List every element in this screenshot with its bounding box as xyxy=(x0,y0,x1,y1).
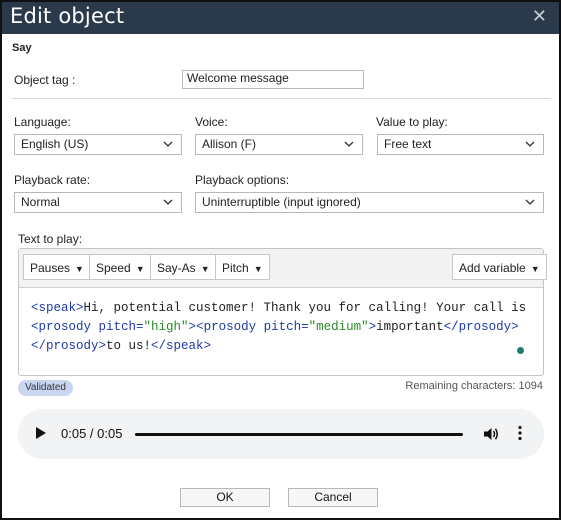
pitch-button[interactable]: Pitch ▼ xyxy=(215,254,270,280)
dialog-title: Edit object xyxy=(10,4,125,28)
say-as-label: Say-As xyxy=(157,261,196,275)
tag-close: > xyxy=(368,320,377,334)
pitch-value: "high" xyxy=(143,320,189,334)
play-icon[interactable] xyxy=(36,427,46,439)
audio-progress-fill xyxy=(135,433,463,436)
playback-rate-label: Playback rate: xyxy=(14,173,91,187)
prosody-close-tag: </prosody> xyxy=(31,339,107,353)
playback-options-select[interactable]: Uninterruptible (input ignored) xyxy=(195,192,544,213)
caret-down-icon: ▼ xyxy=(253,264,263,274)
pitch-attr: pitch= xyxy=(256,320,309,334)
add-variable-label: Add variable xyxy=(459,261,526,275)
playback-options-value: Uninterruptible (input ignored) xyxy=(202,195,361,209)
pauses-button[interactable]: Pauses ▼ xyxy=(23,254,91,280)
speak-close-tag: </speak> xyxy=(151,339,212,353)
voice-value: Allison (F) xyxy=(202,137,257,151)
cancel-button[interactable]: Cancel xyxy=(288,488,378,507)
language-label: Language: xyxy=(14,115,71,129)
playback-rate-select[interactable]: Normal xyxy=(14,192,182,213)
ssml-text: important xyxy=(376,320,444,334)
audio-time: 0:05 / 0:05 xyxy=(61,426,123,441)
object-tag-input[interactable]: Welcome message xyxy=(182,70,364,89)
ok-button[interactable]: OK xyxy=(180,488,270,507)
pitch-value: "medium" xyxy=(308,320,369,334)
remaining-characters: Remaining characters: 1094 xyxy=(405,380,543,392)
caret-down-icon: ▼ xyxy=(530,264,540,274)
speed-label: Speed xyxy=(96,261,131,275)
chevron-down-icon xyxy=(525,141,535,147)
pitch-label: Pitch xyxy=(222,261,249,275)
text-to-play-label: Text to play: xyxy=(18,232,83,246)
ssml-text-area[interactable]: <speak>Hi, potential customer! Thank you… xyxy=(31,299,535,356)
title-bar: Edit object ✕ xyxy=(2,2,559,34)
ssml-editor: Pauses ▼ Speed ▼ Say-As ▼ Pitch ▼ Add variab… xyxy=(18,248,547,376)
language-select[interactable]: English (US) xyxy=(14,134,182,155)
audio-progress-bar[interactable] xyxy=(135,433,463,436)
close-icon[interactable]: ✕ xyxy=(532,6,547,26)
ssml-text: Hi, potential customer! Thank you for ca… xyxy=(83,301,527,315)
chevron-down-icon xyxy=(163,199,173,205)
value-to-play-label: Value to play: xyxy=(376,115,448,129)
edit-object-dialog: Edit object ✕ Say Object tag : Welcome m… xyxy=(0,0,561,520)
pitch-attr: pitch= xyxy=(91,320,144,334)
prosody-open-tag: <prosody xyxy=(31,320,92,334)
playback-options-label: Playback options: xyxy=(195,173,290,187)
status-dot-icon xyxy=(517,347,524,354)
chevron-down-icon xyxy=(163,141,173,147)
ssml-text: to us! xyxy=(106,339,152,353)
object-tag-label: Object tag : xyxy=(14,73,76,87)
language-value: English (US) xyxy=(21,137,89,151)
add-variable-button[interactable]: Add variable ▼ xyxy=(452,254,547,280)
caret-down-icon: ▼ xyxy=(75,264,84,274)
status-badge: Validated xyxy=(18,380,73,396)
tag-close: > xyxy=(188,320,197,334)
caret-down-icon: ▼ xyxy=(200,264,210,274)
speed-button[interactable]: Speed ▼ xyxy=(89,254,152,280)
voice-label: Voice: xyxy=(195,115,228,129)
pauses-label: Pauses xyxy=(30,261,71,275)
value-to-play-select[interactable]: Free text xyxy=(377,134,544,155)
more-options-icon[interactable] xyxy=(518,425,522,441)
audio-player: 0:05 / 0:05 xyxy=(18,409,544,459)
speak-open-tag: <speak> xyxy=(31,301,84,315)
chevron-down-icon xyxy=(525,199,535,205)
section-heading: Say xyxy=(12,42,32,54)
playback-rate-value: Normal xyxy=(21,195,60,209)
prosody-close-tag: </prosody> xyxy=(443,320,519,334)
prosody-open-tag: <prosody xyxy=(196,320,257,334)
voice-select[interactable]: Allison (F) xyxy=(195,134,363,155)
value-to-play-value: Free text xyxy=(384,137,432,151)
editor-toolbar: Pauses ▼ Speed ▼ Say-As ▼ Pitch ▼ Add variab… xyxy=(19,249,547,288)
caret-down-icon: ▼ xyxy=(135,264,145,274)
volume-icon[interactable] xyxy=(482,425,500,443)
divider xyxy=(12,98,551,99)
say-as-button[interactable]: Say-As ▼ xyxy=(150,254,217,280)
chevron-down-icon xyxy=(344,141,354,147)
